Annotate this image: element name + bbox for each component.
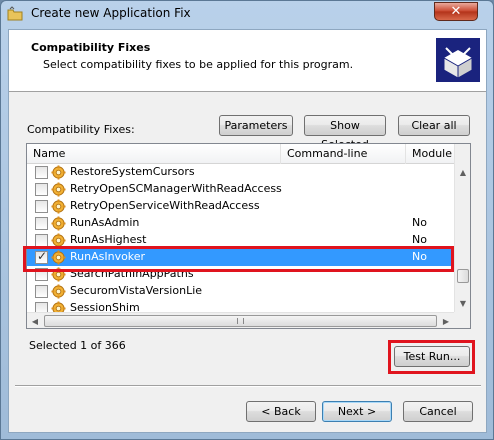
- gear-icon: [51, 182, 66, 197]
- selected-count: Selected 1 of 366: [29, 339, 126, 352]
- fix-name: RestoreSystemCursors: [70, 165, 195, 178]
- list-item[interactable]: RunAsAdmin No: [27, 215, 454, 232]
- test-run-button[interactable]: Test Run...: [394, 346, 470, 367]
- scroll-grip-icon: [237, 318, 244, 324]
- fix-checkbox[interactable]: [35, 217, 48, 230]
- fixes-list[interactable]: Name Command-line Module RestoreSystemCu…: [26, 143, 471, 329]
- fix-checkbox[interactable]: [35, 285, 48, 298]
- title-bar[interactable]: Create new Application Fix ✕: [1, 1, 493, 27]
- gear-icon: [51, 250, 66, 265]
- scrollbar-corner: [454, 312, 470, 328]
- clear-all-button[interactable]: Clear all: [398, 115, 470, 136]
- gear-icon: [51, 267, 66, 282]
- fix-name: SecuromVistaVersionLie: [70, 284, 203, 297]
- fix-name: RunAsHighest: [70, 233, 147, 246]
- list-item[interactable]: RestoreSystemCursors: [27, 164, 454, 181]
- application-fix-window: Create new Application Fix ✕ Compatibili…: [0, 0, 494, 440]
- fix-name: RunAsAdmin: [70, 216, 140, 229]
- vertical-scroll-thumb[interactable]: [457, 269, 469, 283]
- column-header-name[interactable]: Name: [27, 144, 281, 164]
- list-item[interactable]: RetryOpenSCManagerWithReadAccess: [27, 181, 454, 198]
- fix-name: SearchPathInAppPaths: [70, 267, 194, 280]
- fix-name: RunAsInvoker: [70, 250, 146, 263]
- gear-icon: [51, 165, 66, 180]
- fix-module: No: [412, 250, 427, 263]
- fix-checkbox[interactable]: [35, 268, 48, 281]
- fix-checkbox[interactable]: [35, 200, 48, 213]
- fix-checkbox[interactable]: [35, 183, 48, 196]
- gear-icon: [51, 233, 66, 248]
- close-button[interactable]: ✕: [434, 2, 478, 21]
- gear-icon: [51, 199, 66, 214]
- list-item[interactable]: SearchPathInAppPaths: [27, 266, 454, 283]
- wizard-box-icon: [436, 38, 480, 82]
- back-button[interactable]: < Back: [246, 401, 316, 422]
- gear-icon: [51, 216, 66, 231]
- fix-checkbox[interactable]: [35, 234, 48, 247]
- fix-module: No: [412, 216, 427, 229]
- next-button[interactable]: Next >: [322, 401, 392, 422]
- list-item[interactable]: RunAsInvoker No: [27, 249, 454, 266]
- wizard-body: Compatibility Fixes Select compatibility…: [8, 29, 487, 433]
- app-folder-icon: [7, 6, 23, 21]
- column-header-command-line[interactable]: Command-line: [281, 144, 406, 164]
- scroll-up-icon[interactable]: ▲: [455, 164, 470, 181]
- horizontal-scroll-thumb[interactable]: [44, 315, 437, 327]
- wizard-header: Compatibility Fixes Select compatibility…: [9, 30, 486, 92]
- vertical-scrollbar[interactable]: ▲ ▼: [454, 144, 470, 312]
- fix-checkbox[interactable]: [35, 166, 48, 179]
- horizontal-scrollbar[interactable]: ◀ ▶: [27, 312, 454, 328]
- page-title: Compatibility Fixes: [31, 41, 151, 54]
- parameters-button[interactable]: Parameters: [219, 115, 293, 136]
- fix-name: RetryOpenSCManagerWithReadAccess: [70, 182, 282, 195]
- page-subtitle: Select compatibility fixes to be applied…: [43, 58, 354, 71]
- column-header-module[interactable]: Module: [406, 144, 454, 164]
- gear-icon: [51, 284, 66, 299]
- list-item[interactable]: SecuromVistaVersionLie: [27, 283, 454, 300]
- show-selected-button[interactable]: Show Selected: [304, 115, 386, 151]
- scroll-right-icon[interactable]: ▶: [438, 313, 454, 328]
- fix-checkbox[interactable]: [35, 249, 48, 264]
- list-item[interactable]: RetryOpenServiceWithReadAccess: [27, 198, 454, 215]
- window-title: Create new Application Fix: [31, 6, 191, 20]
- list-item[interactable]: RunAsHighest No: [27, 232, 454, 249]
- scroll-left-icon[interactable]: ◀: [27, 313, 43, 328]
- divider: [15, 385, 481, 387]
- fixes-label: Compatibility Fixes:: [27, 123, 135, 136]
- fix-module: No: [412, 233, 427, 246]
- fix-name: RetryOpenServiceWithReadAccess: [70, 199, 260, 212]
- list-header: Name Command-line Module: [27, 144, 454, 164]
- cancel-button[interactable]: Cancel: [403, 401, 473, 422]
- scroll-down-icon[interactable]: ▼: [455, 295, 470, 312]
